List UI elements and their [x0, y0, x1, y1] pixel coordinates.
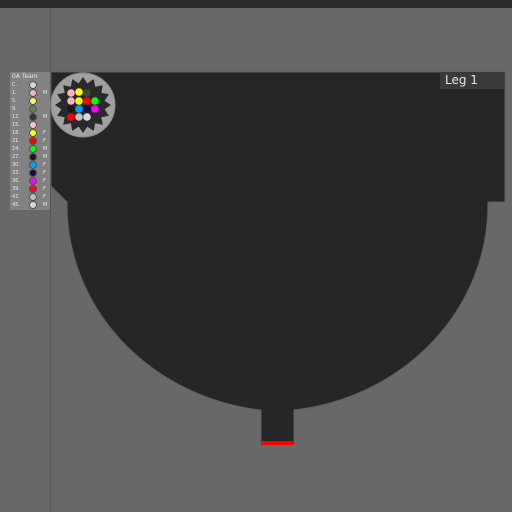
team-row-tag: F [43, 170, 46, 176]
marble-swatch [29, 161, 37, 169]
team-row-number: 18. [12, 130, 20, 136]
team-row: C. [10, 81, 50, 89]
marble-swatch [29, 177, 37, 185]
marble-swatch [29, 169, 37, 177]
team-row: 24. M [10, 145, 50, 153]
team-panel-title: 0A Team [12, 73, 38, 80]
team-row-number: 5. [12, 98, 17, 104]
gear-icon [55, 77, 111, 133]
marble [83, 89, 91, 97]
marble [67, 113, 75, 121]
gear-shape [55, 77, 111, 133]
team-row: 18. F [10, 129, 50, 137]
team-row-tag: M [43, 202, 48, 208]
leg-label: Leg 1 [440, 72, 504, 89]
team-row-number: 33. [12, 170, 20, 176]
marble-swatch [29, 137, 37, 145]
marble [83, 113, 91, 121]
team-row: 30. F [10, 161, 50, 169]
team-row-tag: M [43, 146, 48, 152]
team-row-tag: M [43, 90, 48, 96]
team-row: 12. M [10, 113, 50, 121]
marble-swatch [29, 129, 37, 137]
marble [91, 97, 99, 105]
marble-swatch [29, 89, 37, 97]
team-row-number: 42. [12, 194, 20, 200]
marble-swatch [29, 185, 37, 193]
team-row-tag: M [43, 154, 48, 160]
marble [75, 105, 83, 113]
team-row-number: 1. [12, 90, 17, 96]
team-row: 21. F [10, 137, 50, 145]
marble [67, 89, 75, 97]
team-row-tag: F [43, 186, 46, 192]
team-row-number: 9. [12, 106, 17, 112]
team-row-number: 21. [12, 138, 20, 144]
team-row-tag: F [43, 194, 46, 200]
team-row-tag: F [43, 162, 46, 168]
team-row-number: C. [12, 82, 18, 88]
marble-swatch [29, 97, 37, 105]
team-row: 27. M [10, 153, 50, 161]
team-row-tag: F [43, 138, 46, 144]
team-row: 5. [10, 97, 50, 105]
team-row-number: 12. [12, 114, 20, 120]
marble-swatch [29, 201, 37, 209]
marble-swatch [29, 193, 37, 201]
marble [67, 97, 75, 105]
team-row-number: 24. [12, 146, 20, 152]
marble [75, 97, 83, 105]
team-row-tag: F [43, 130, 46, 136]
team-row-tag: F [43, 178, 46, 184]
team-row: 1. M [10, 89, 50, 97]
team-row-number: 27. [12, 154, 20, 160]
marble [67, 105, 75, 113]
team-row: 9. [10, 105, 50, 113]
finish-line [261, 441, 294, 445]
team-row: 15. [10, 121, 50, 129]
team-row: 42. F [10, 193, 50, 201]
marble-swatch [29, 145, 37, 153]
marble-swatch [29, 113, 37, 121]
team-row: 36. F [10, 177, 50, 185]
marble [83, 105, 91, 113]
marble-swatch [29, 105, 37, 113]
marble-swatch [29, 81, 37, 89]
team-row-number: 45. [12, 202, 20, 208]
marble [75, 88, 83, 96]
track-bowl [50, 71, 506, 445]
team-row: 33. F [10, 169, 50, 177]
team-panel: 0A Team C. 1. M 5. 9. 12. M 15. 18. F 21. F 24. M 27. M… [10, 72, 50, 210]
marble [83, 97, 91, 105]
team-row-number: 15. [12, 122, 20, 128]
marble [91, 105, 99, 113]
team-row: 39. F [10, 185, 50, 193]
team-row-number: 39. [12, 186, 20, 192]
marble-swatch [29, 153, 37, 161]
team-row-number: 36. [12, 178, 20, 184]
marble-wheel [50, 72, 116, 138]
team-row: 45. M [10, 201, 50, 209]
team-row-number: 30. [12, 162, 20, 168]
marble [75, 113, 83, 121]
team-row-tag: M [43, 114, 48, 120]
marble-swatch [29, 121, 37, 129]
